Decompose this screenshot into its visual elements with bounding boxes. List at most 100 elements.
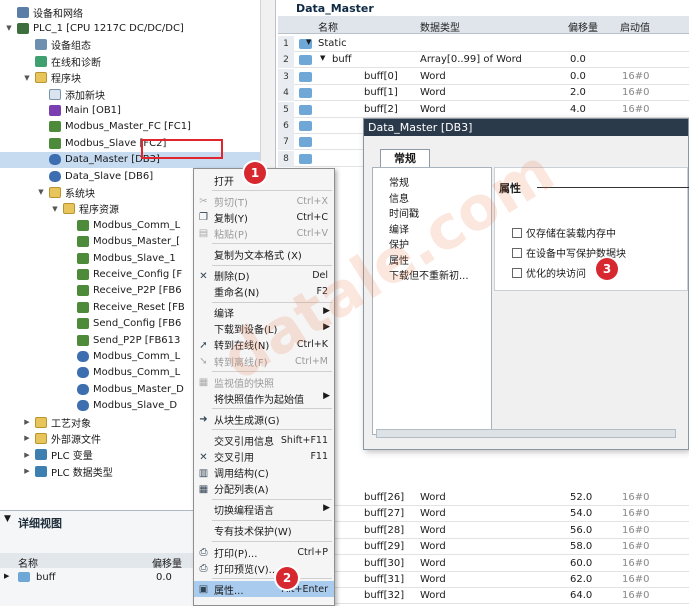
cell-start[interactable]: 16#0: [622, 541, 649, 552]
dialog-nav-item[interactable]: 编译: [389, 221, 409, 236]
menu-item[interactable]: 切换编程语言 ▶: [194, 502, 334, 518]
col-type[interactable]: 数据类型: [420, 19, 460, 34]
cell-type[interactable]: Word: [420, 558, 446, 569]
table-row[interactable]: 1 ▼ Static: [278, 36, 689, 52]
menu-item[interactable]: ➜ 从块生成源(G): [194, 411, 334, 427]
cell-type[interactable]: Word: [420, 104, 446, 115]
menu-item[interactable]: ▤ 粘贴(P) Ctrl+V: [194, 225, 334, 241]
menu-item[interactable]: ⎙ 打印(P)... Ctrl+P: [194, 544, 334, 560]
cell-type[interactable]: Word: [420, 590, 446, 601]
expand-toggle-icon[interactable]: ▼: [4, 24, 14, 32]
expand-toggle-icon[interactable]: ▶: [22, 418, 32, 426]
col-start[interactable]: 启动值: [620, 19, 650, 34]
cell-name[interactable]: buff[29]: [364, 541, 404, 552]
dialog-nav-item[interactable]: 时间戳: [389, 205, 419, 220]
table-row[interactable]: buff[28] Word 56.0 16#0: [278, 522, 689, 539]
menu-item[interactable]: ✂ 剪切(T) Ctrl+X: [194, 193, 334, 209]
expand-toggle-icon[interactable]: ▼: [36, 188, 46, 196]
cell-type[interactable]: Word: [420, 492, 446, 503]
table-row[interactable]: buff[27] Word 54.0 16#0: [278, 506, 689, 523]
cell-type[interactable]: Word: [420, 87, 446, 98]
cell-type[interactable]: Word: [420, 508, 446, 519]
tree-item[interactable]: 设备组态: [0, 37, 260, 53]
row-toggle-icon[interactable]: ▼: [320, 54, 325, 62]
tree-item[interactable]: 添加新块: [0, 86, 260, 102]
dialog-nav-item[interactable]: 信息: [389, 190, 409, 205]
cell-name[interactable]: buff: [332, 54, 352, 65]
cell-name[interactable]: buff[27]: [364, 508, 404, 519]
table-row[interactable]: 5 buff[2] Word 4.0 16#0: [278, 101, 689, 118]
expand-toggle-icon[interactable]: ▼: [50, 205, 60, 213]
table-row[interactable]: 3 buff[0] Word 0.0 16#0: [278, 68, 689, 85]
col-offset[interactable]: 偏移量: [568, 19, 598, 34]
option-checkbox[interactable]: 仅存储在装载内存中: [512, 225, 616, 240]
menu-item[interactable]: 将快照值作为起始值 ▶: [194, 390, 334, 406]
cell-name[interactable]: Static: [318, 38, 347, 49]
cell-name[interactable]: buff[1]: [364, 87, 398, 98]
cell-name[interactable]: buff[26]: [364, 492, 404, 503]
menu-item[interactable]: ✕ 删除(D) Del: [194, 268, 334, 284]
cell-start[interactable]: 16#0: [622, 71, 649, 82]
row-toggle-icon[interactable]: ▼: [306, 38, 311, 46]
cell-name[interactable]: buff[2]: [364, 104, 398, 115]
expand-toggle-icon[interactable]: ▶: [22, 467, 32, 475]
cell-name[interactable]: buff[31]: [364, 574, 404, 585]
menu-item[interactable]: ▦ 分配列表(A): [194, 481, 334, 497]
menu-item[interactable]: 复制为文本格式 (X): [194, 246, 334, 262]
cell-type[interactable]: Word: [420, 574, 446, 585]
menu-item[interactable]: 专有技术保护(W): [194, 523, 334, 539]
table-row[interactable]: buff[26] Word 52.0 16#0: [278, 490, 689, 506]
dialog-nav-item[interactable]: 常规: [389, 174, 409, 189]
table-row[interactable]: 4 buff[1] Word 2.0 16#0: [278, 85, 689, 102]
expand-toggle-icon[interactable]: ▶: [22, 451, 32, 459]
cell-type[interactable]: Word: [420, 525, 446, 536]
detail-toggle-icon[interactable]: ▼: [4, 514, 11, 524]
table-row[interactable]: buff[30] Word 60.0 16#0: [278, 555, 689, 572]
menu-item[interactable]: 编译 ▶: [194, 305, 334, 321]
menu-item[interactable]: 交叉引用信息 Shift+F11: [194, 432, 334, 448]
tab-general[interactable]: 常规: [380, 149, 430, 168]
tree-item[interactable]: ▼ PLC_1 [CPU 1217C DC/DC/DC]: [0, 20, 260, 36]
menu-item[interactable]: ❐ 复制(Y) Ctrl+C: [194, 209, 334, 225]
tree-item[interactable]: Modbus_Master_FC [FC1]: [0, 119, 260, 135]
cell-start[interactable]: 16#0: [622, 590, 649, 601]
menu-item[interactable]: ➚ 转到在线(N) Ctrl+K: [194, 337, 334, 353]
expand-toggle-icon[interactable]: ▼: [22, 74, 32, 82]
col-name[interactable]: 名称: [318, 19, 338, 34]
cell-type[interactable]: Array[0..99] of Word: [420, 54, 522, 65]
cell-name[interactable]: buff[30]: [364, 558, 404, 569]
cell-name[interactable]: buff[28]: [364, 525, 404, 536]
menu-item[interactable]: 重命名(N) F2: [194, 284, 334, 300]
expand-toggle-icon[interactable]: ▶: [22, 434, 32, 442]
cell-type[interactable]: Word: [420, 541, 446, 552]
dialog-nav-item[interactable]: 属性: [389, 252, 409, 267]
cell-start[interactable]: 16#0: [622, 525, 649, 536]
cell-name[interactable]: buff[0]: [364, 71, 398, 82]
table-row[interactable]: buff[29] Word 58.0 16#0: [278, 539, 689, 556]
cell-start[interactable]: 16#0: [622, 558, 649, 569]
menu-item[interactable]: ➘ 转到离线(F) Ctrl+M: [194, 353, 334, 369]
menu-item[interactable]: ✕ 交叉引用 F11: [194, 449, 334, 465]
tree-item[interactable]: 在线和诊断: [0, 53, 260, 69]
table-row[interactable]: buff[32] Word 64.0 16#0: [278, 588, 689, 605]
tree-item[interactable]: ▼ 程序块: [0, 70, 260, 86]
tree-item[interactable]: 设备和网络: [0, 4, 260, 20]
tree-item[interactable]: Main [OB1]: [0, 102, 260, 118]
cell-start[interactable]: 16#0: [622, 492, 649, 503]
dialog-scrollbar[interactable]: [376, 429, 676, 438]
cell-start[interactable]: 16#0: [622, 87, 649, 98]
cell-name[interactable]: buff[32]: [364, 590, 404, 601]
checkbox-icon[interactable]: [512, 267, 522, 278]
cell-start[interactable]: 16#0: [622, 104, 649, 115]
menu-item[interactable]: ▣ 属性... Alt+Enter: [194, 581, 334, 598]
menu-item[interactable]: ▥ 调用结构(C): [194, 465, 334, 481]
detail-row-toggle-icon[interactable]: ▶: [4, 572, 9, 580]
menu-item[interactable]: ▦ 监视值的快照: [194, 374, 334, 390]
menu-item[interactable]: 下载到设备(L) ▶: [194, 321, 334, 337]
dialog-nav-item[interactable]: 保护: [389, 236, 409, 251]
cell-start[interactable]: 16#0: [622, 508, 649, 519]
table-row[interactable]: 2 ▼ buff Array[0..99] of Word 0.0: [278, 52, 689, 69]
table-row[interactable]: buff[31] Word 62.0 16#0: [278, 572, 689, 588]
menu-item[interactable]: ⎙ 打印预览(V)...: [194, 560, 334, 576]
dialog-nav-item[interactable]: 下载但不重新初...: [389, 267, 469, 282]
